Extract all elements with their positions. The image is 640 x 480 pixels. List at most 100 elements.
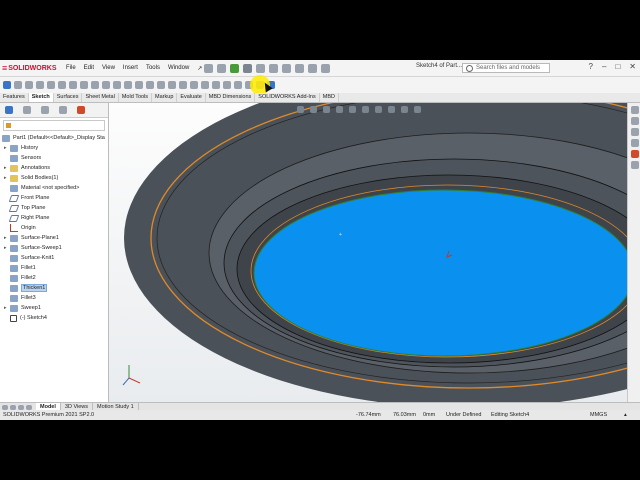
tab-dimxpert[interactable]: [54, 104, 72, 116]
menu-edit[interactable]: Edit: [84, 65, 94, 71]
view-orientation-icon[interactable]: [349, 106, 356, 113]
tree-item-thicken1[interactable]: Thicken1: [4, 283, 48, 293]
rectangle-icon[interactable]: [36, 81, 44, 89]
tab-mbd[interactable]: MBD: [320, 93, 339, 102]
tab-markup[interactable]: Markup: [152, 93, 178, 102]
file-explorer-icon[interactable]: [630, 128, 639, 136]
tab-sheet-metal[interactable]: Sheet Metal: [82, 93, 119, 102]
arc-icon[interactable]: [69, 81, 77, 89]
tree-item-material[interactable]: Material <not specified>: [4, 183, 79, 193]
slot-icon[interactable]: [47, 81, 55, 89]
ellipse-icon[interactable]: [102, 81, 110, 89]
save-icon[interactable]: [243, 63, 252, 73]
menu-file[interactable]: File: [66, 65, 76, 71]
edit-appearance-icon[interactable]: [388, 106, 395, 113]
customize-status-icon[interactable]: ▴: [624, 412, 627, 418]
redo-icon[interactable]: [282, 63, 291, 73]
appearances-icon[interactable]: [630, 150, 639, 158]
polygon-icon[interactable]: [80, 81, 88, 89]
tree-item-fillet2[interactable]: Fillet2: [4, 273, 36, 283]
view-palette-icon[interactable]: [630, 139, 639, 147]
tree-item-fillet3[interactable]: Fillet3: [4, 293, 36, 303]
last-tab-icon[interactable]: [26, 404, 32, 410]
previous-view-icon[interactable]: [323, 106, 330, 113]
tree-item-front-plane[interactable]: Front Plane: [4, 193, 49, 203]
tree-item-sweep1[interactable]: ▸ Sweep1: [4, 303, 41, 313]
zoom-to-fit-icon[interactable]: [297, 106, 304, 113]
tree-item-surface-knit1[interactable]: Surface-Knit1: [4, 253, 54, 263]
repair-sketch-icon[interactable]: [234, 81, 242, 89]
tree-item-sketch4[interactable]: (-) Sketch4: [4, 313, 47, 323]
rebuild-icon[interactable]: [308, 63, 317, 73]
hide-show-items-icon[interactable]: [375, 106, 382, 113]
tree-item-surface-sweep1[interactable]: ▸ Surface-Sweep1: [4, 243, 62, 253]
restore-icon[interactable]: □: [615, 62, 620, 71]
tab-sketch[interactable]: Sketch: [28, 93, 54, 102]
minimize-icon[interactable]: –: [602, 62, 606, 71]
print-icon[interactable]: [256, 63, 265, 73]
tree-item-sensors[interactable]: Sensors: [4, 153, 41, 163]
move-entities-icon[interactable]: [212, 81, 220, 89]
zoom-to-area-icon[interactable]: [310, 106, 317, 113]
menu-view[interactable]: View: [102, 65, 115, 71]
section-view-icon[interactable]: [336, 106, 343, 113]
tab-property-manager[interactable]: [18, 104, 36, 116]
tree-item-surface-plane1[interactable]: ▸ Surface-Plane1: [4, 233, 59, 243]
graphics-area[interactable]: +: [109, 103, 627, 402]
design-library-icon[interactable]: [630, 117, 639, 125]
previous-tab-icon[interactable]: [10, 404, 16, 410]
close-icon[interactable]: ✕: [629, 62, 636, 71]
tab-features[interactable]: Features: [0, 93, 29, 102]
unit-system[interactable]: MMGS: [590, 412, 607, 418]
tree-item-history[interactable]: ▸ History: [4, 143, 38, 153]
tree-item-fillet1[interactable]: Fillet1: [4, 263, 36, 273]
pin-icon[interactable]: ↗: [197, 65, 202, 72]
exit-sketch-icon[interactable]: [3, 81, 11, 89]
home-icon[interactable]: [204, 63, 213, 73]
model-view[interactable]: +: [109, 103, 627, 402]
tab-solidworks-add-ins[interactable]: SOLIDWORKS Add-Ins: [255, 93, 320, 102]
offset-entities-icon[interactable]: [179, 81, 187, 89]
tree-item-solid-bodies[interactable]: ▸ Solid Bodies(1): [4, 173, 58, 183]
tab-evaluate[interactable]: Evaluate: [177, 93, 206, 102]
tree-root[interactable]: Part1 (Default<<Default>_Display Sta: [2, 133, 105, 143]
apply-scene-icon[interactable]: [401, 106, 408, 113]
line-icon[interactable]: [25, 81, 33, 89]
tree-item-right-plane[interactable]: Right Plane: [4, 213, 49, 223]
open-folder-icon[interactable]: [230, 63, 239, 73]
display-style-icon[interactable]: [362, 106, 369, 113]
view-settings-icon[interactable]: [414, 106, 421, 113]
fillet-sketch-icon[interactable]: [113, 81, 121, 89]
tree-item-annotations[interactable]: ▸ Annotations: [4, 163, 50, 173]
tab-mold-tools[interactable]: Mold Tools: [119, 93, 153, 102]
smart-dimension-icon[interactable]: [14, 81, 22, 89]
tab-surfaces[interactable]: Surfaces: [54, 93, 83, 102]
menu-tools[interactable]: Tools: [146, 65, 160, 71]
tab-mbd-dimensions[interactable]: MBD Dimensions: [206, 93, 256, 102]
plane-icon[interactable]: [146, 81, 154, 89]
spline-icon[interactable]: [91, 81, 99, 89]
options-icon[interactable]: [321, 63, 330, 73]
tree-item-top-plane[interactable]: Top Plane: [4, 203, 45, 213]
help-icon[interactable]: ?: [589, 62, 593, 71]
undo-icon[interactable]: [269, 63, 278, 73]
next-tab-icon[interactable]: [18, 404, 24, 410]
tab-configuration-manager[interactable]: [36, 104, 54, 116]
new-document-icon[interactable]: [217, 63, 226, 73]
circle-icon[interactable]: [58, 81, 66, 89]
custom-properties-icon[interactable]: [630, 161, 639, 169]
point-icon[interactable]: [135, 81, 143, 89]
solidworks-logo[interactable]: ≡ SOLIDWORKS: [2, 62, 57, 74]
text-icon[interactable]: [124, 81, 132, 89]
solidworks-resources-icon[interactable]: [630, 106, 639, 114]
tree-item-origin[interactable]: Origin: [4, 223, 36, 233]
tab-feature-tree[interactable]: [0, 104, 18, 116]
search-input[interactable]: Search files and models: [462, 63, 550, 73]
convert-entities-icon[interactable]: [168, 81, 176, 89]
menu-window[interactable]: Window: [168, 65, 189, 71]
mirror-entities-icon[interactable]: [190, 81, 198, 89]
menu-insert[interactable]: Insert: [123, 65, 138, 71]
display-relations-icon[interactable]: [223, 81, 231, 89]
sketch4-face[interactable]: [253, 189, 627, 357]
tree-filter-input[interactable]: [3, 120, 105, 131]
